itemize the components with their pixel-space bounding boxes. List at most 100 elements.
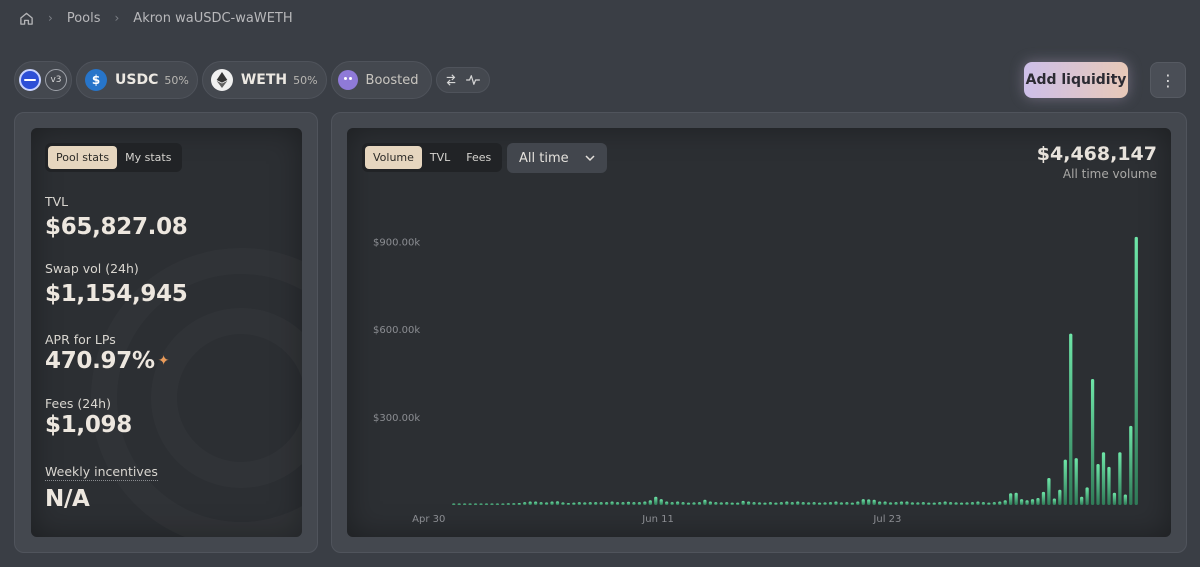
more-options-button[interactable]: ⋮ <box>1150 62 1186 98</box>
volume-bar[interactable] <box>561 502 565 505</box>
volume-bar[interactable] <box>637 502 642 505</box>
volume-bar[interactable] <box>1019 499 1024 505</box>
sparkle-icon[interactable]: ✦ <box>158 353 170 369</box>
tab-volume[interactable]: Volume <box>365 146 422 169</box>
volume-bar[interactable] <box>861 499 865 505</box>
volume-bar[interactable] <box>1009 493 1013 505</box>
volume-bar[interactable] <box>621 502 625 505</box>
pool-type-pill[interactable] <box>435 67 490 93</box>
incentives-label[interactable]: Weekly incentives <box>45 464 158 481</box>
volume-bar[interactable] <box>588 502 592 505</box>
volume-bar[interactable] <box>539 502 543 505</box>
volume-bar[interactable] <box>1052 498 1057 505</box>
volume-bar[interactable] <box>544 502 549 505</box>
volume-bar[interactable] <box>746 501 751 505</box>
volume-bar[interactable] <box>1123 494 1127 505</box>
volume-bar[interactable] <box>555 501 560 505</box>
volume-bar[interactable] <box>654 496 658 505</box>
volume-bar[interactable] <box>506 503 510 505</box>
volume-bar[interactable] <box>572 502 576 505</box>
volume-bar[interactable] <box>1129 425 1133 505</box>
tab-fees[interactable]: Fees <box>458 146 499 169</box>
token-pill-weth[interactable]: WETH 50% <box>201 61 327 99</box>
volume-bar[interactable] <box>976 501 980 505</box>
volume-bar[interactable] <box>943 501 947 505</box>
volume-bar[interactable] <box>867 499 871 505</box>
volume-bar[interactable] <box>648 500 652 505</box>
volume-bar[interactable] <box>965 502 969 505</box>
volume-bar[interactable] <box>457 503 461 506</box>
volume-bar[interactable] <box>877 501 882 505</box>
volume-bar[interactable] <box>495 503 500 506</box>
volume-bar[interactable] <box>883 501 887 505</box>
token-pill-usdc[interactable]: $ USDC 50% <box>76 61 198 99</box>
volume-bar[interactable] <box>1041 491 1046 505</box>
boosted-pill[interactable]: Boosted <box>330 61 432 99</box>
volume-bar[interactable] <box>484 503 489 506</box>
volume-bar[interactable] <box>948 502 953 505</box>
volume-bar[interactable] <box>626 501 631 505</box>
volume-bar[interactable] <box>856 501 860 505</box>
volume-bar[interactable] <box>938 502 942 505</box>
volume-bar[interactable] <box>768 502 773 505</box>
volume-bar[interactable] <box>779 502 783 505</box>
volume-bar[interactable] <box>1047 478 1051 505</box>
volume-bar[interactable] <box>468 503 472 506</box>
volume-bar[interactable] <box>610 501 614 505</box>
tab-tvl[interactable]: TVL <box>422 146 458 169</box>
volume-bar[interactable] <box>501 503 505 506</box>
volume-bar[interactable] <box>615 502 620 505</box>
volume-bar[interactable] <box>790 502 794 505</box>
volume-bar[interactable] <box>725 502 729 505</box>
home-icon[interactable] <box>18 10 34 26</box>
volume-bar[interactable] <box>692 502 696 505</box>
volume-bar[interactable] <box>1063 459 1067 505</box>
volume-bar[interactable] <box>987 502 991 505</box>
volume-bar[interactable] <box>604 502 609 505</box>
volume-bar[interactable] <box>785 501 789 505</box>
volume-bar[interactable] <box>916 502 920 505</box>
volume-bar[interactable] <box>659 499 663 505</box>
add-liquidity-button[interactable]: Add liquidity <box>1024 62 1128 98</box>
volume-bar[interactable] <box>998 501 1002 505</box>
volume-bar[interactable] <box>828 502 833 505</box>
volume-bar[interactable] <box>566 502 571 505</box>
volume-bar[interactable] <box>730 502 734 505</box>
volume-bar[interactable] <box>523 502 527 505</box>
volume-bar[interactable] <box>954 502 958 505</box>
volume-bar[interactable] <box>1080 496 1084 505</box>
volume-bar[interactable] <box>1134 236 1138 505</box>
volume-bar[interactable] <box>533 501 538 505</box>
volume-bar[interactable] <box>665 501 669 505</box>
volume-bar[interactable] <box>817 502 822 505</box>
volume-bar[interactable] <box>927 502 931 505</box>
volume-bar[interactable] <box>774 502 778 505</box>
volume-bar[interactable] <box>703 499 707 505</box>
volume-bar[interactable] <box>528 501 532 505</box>
breadcrumb-pools-link[interactable]: Pools <box>67 11 101 26</box>
volume-bar[interactable] <box>1074 458 1078 505</box>
volume-bar[interactable] <box>736 502 740 505</box>
volume-bar[interactable] <box>839 502 844 505</box>
volume-bar[interactable] <box>872 499 876 505</box>
volume-bar[interactable] <box>708 501 713 505</box>
volume-bar[interactable] <box>932 502 936 505</box>
volume-bar[interactable] <box>643 501 647 505</box>
volume-bar[interactable] <box>741 500 745 505</box>
volume-bar[interactable] <box>1069 333 1073 505</box>
volume-bar[interactable] <box>583 502 587 505</box>
volume-bar[interactable] <box>550 501 554 505</box>
volume-bar[interactable] <box>681 502 685 505</box>
volume-bar[interactable] <box>888 502 893 505</box>
volume-bar[interactable] <box>812 502 816 505</box>
volume-bar[interactable] <box>850 502 854 505</box>
volume-bar[interactable] <box>801 502 805 505</box>
volume-bar[interactable] <box>981 502 986 505</box>
volume-bar[interactable] <box>796 501 800 505</box>
volume-bar[interactable] <box>686 502 691 505</box>
volume-bar[interactable] <box>807 502 811 505</box>
volume-bar[interactable] <box>714 502 718 505</box>
volume-bar[interactable] <box>894 502 898 505</box>
volume-bar[interactable] <box>1025 500 1029 505</box>
volume-bar[interactable] <box>970 502 975 505</box>
